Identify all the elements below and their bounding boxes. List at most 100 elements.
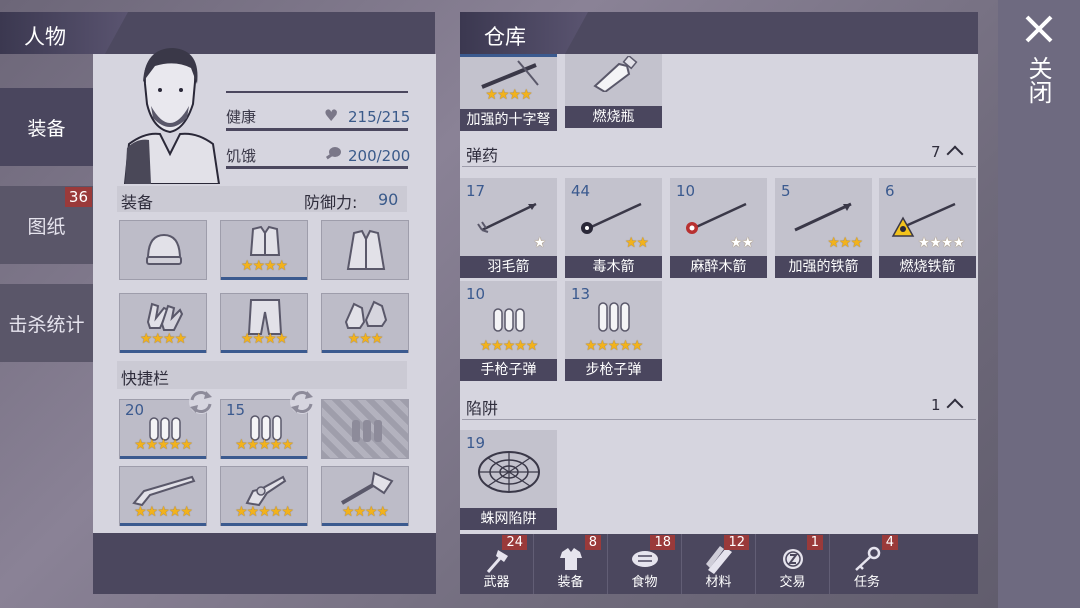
item-label: 羽毛箭: [460, 256, 557, 278]
equip-slot-helmet[interactable]: [119, 220, 207, 280]
equip-slot-shoes[interactable]: ★★★: [321, 293, 409, 353]
quick-slot-axe[interactable]: ★★★★: [321, 466, 409, 526]
coin-icon: [783, 549, 803, 569]
item-stars: ★★★★: [341, 504, 389, 520]
traps-category-label: 陷阱: [466, 399, 499, 418]
tab-badge: 12: [724, 535, 749, 550]
slot-underline: [322, 523, 408, 526]
item-label: 毒木箭: [565, 256, 662, 278]
item-count: 10: [466, 285, 486, 303]
stats-divider: [226, 91, 408, 93]
item-stars: ★★★★★: [584, 338, 644, 354]
item-stars: ★★★★★: [134, 504, 193, 520]
armor-vest-icon: [249, 225, 281, 256]
arrow-icon: [477, 202, 537, 233]
item-label: 加强的十字弩: [460, 109, 557, 131]
item-count: 20: [125, 401, 145, 419]
item-poison-arrow[interactable]: 44 ★★ 毒木箭: [565, 178, 662, 278]
quick-slot-revolver[interactable]: ★★★★★: [220, 466, 308, 526]
chevron-up-icon: [946, 398, 964, 416]
side-tab-kill-stats[interactable]: 击杀统计: [0, 284, 93, 362]
gloves-icon: [146, 302, 184, 331]
item-stars: ★★★★★: [235, 504, 294, 520]
item-stars: ★★: [624, 235, 649, 251]
equip-slot-pants[interactable]: ★★★★: [220, 293, 308, 353]
tab-badge: 1: [806, 535, 823, 550]
empty-bullets-icon: [352, 420, 382, 442]
tab-label: 武器: [483, 575, 510, 590]
ammo-category-count: 7: [931, 143, 941, 161]
equip-slot-jacket[interactable]: [321, 220, 409, 280]
slot-underline: [221, 277, 307, 280]
hunger-value: 200/200: [348, 147, 411, 165]
equipment-label: 装备: [121, 193, 154, 212]
item-spiderweb-trap[interactable]: 19 蛛网陷阱: [460, 430, 557, 530]
traps-category-toggle[interactable]: 1: [931, 396, 964, 416]
item-feather-arrow[interactable]: 17 ★ 羽毛箭: [460, 178, 557, 278]
item-stars: ★★★★★: [479, 338, 539, 354]
quick-slot-shotgun[interactable]: ★★★★★: [119, 466, 207, 526]
item-count: 15: [226, 401, 246, 419]
item-stars: ★: [533, 235, 546, 251]
shoes-icon: [344, 300, 388, 329]
category-tab-quests[interactable]: 4 任务: [830, 534, 904, 594]
ammo-category-toggle[interactable]: 7: [931, 143, 964, 163]
category-tab-weapons[interactable]: 24 武器: [460, 534, 534, 594]
item-stars: ★★★: [827, 235, 863, 251]
item-tranquilizer-arrow[interactable]: 10 ★★ 麻醉木箭: [670, 178, 767, 278]
tab-badge: 24: [502, 535, 527, 550]
tab-label: 交易: [779, 575, 806, 590]
tab-badge: 8: [584, 535, 601, 550]
item-stars: ★★: [729, 235, 754, 251]
ammo-divider: [462, 166, 976, 167]
drumstick-icon: [325, 147, 341, 160]
close-button[interactable]: 关闭: [1024, 56, 1056, 104]
item-label: 加强的铁箭: [775, 256, 872, 278]
item-burning-iron-arrow[interactable]: 6 ★★★★ 燃烧铁箭: [879, 178, 976, 278]
key-icon: [855, 546, 881, 571]
chevron-up-icon: [946, 145, 964, 163]
item-reinforced-iron-arrow[interactable]: 5 ★★★ 加强的铁箭: [775, 178, 872, 278]
warehouse-header: 仓库: [460, 12, 978, 54]
side-tab-equipment[interactable]: 装备: [0, 88, 93, 166]
category-tab-equipment[interactable]: 8 装备: [534, 534, 608, 594]
item-pistol-ammo[interactable]: 10 ★★★★★ 手枪子弹: [460, 281, 557, 381]
meat-icon: [632, 551, 658, 567]
slot-underline: [221, 456, 307, 459]
swap-icon[interactable]: [186, 388, 216, 416]
ammo-category-label: 弹药: [466, 146, 499, 165]
side-tab-blueprints[interactable]: 图纸 36: [0, 186, 93, 264]
defense-value: 90: [378, 190, 399, 209]
item-stars: ★★★★: [917, 235, 965, 251]
close-icon[interactable]: [1024, 14, 1054, 44]
swap-icon[interactable]: [287, 388, 317, 416]
item-label: 蛛网陷阱: [460, 508, 557, 530]
item-stars: ★★★★★: [134, 437, 193, 453]
item-molotov[interactable]: 燃烧瓶: [565, 54, 662, 128]
poison-arrow-icon: [581, 202, 642, 234]
tab-label: 食物: [631, 575, 658, 590]
quick-slot-empty[interactable]: [321, 399, 409, 459]
health-value: 215/215: [348, 108, 411, 126]
traps-divider: [462, 419, 976, 420]
bullets-icon: [598, 302, 630, 332]
slot-underline: [120, 456, 206, 459]
health-bar: [226, 128, 408, 131]
equip-slot-body-armor[interactable]: ★★★★: [220, 220, 308, 280]
equip-stars: ★★★: [347, 331, 384, 347]
slot-underline: [221, 350, 307, 353]
item-reinforced-crossbow[interactable]: ★★★★ 加强的十字弩: [460, 54, 557, 131]
slot-underline: [120, 350, 206, 353]
category-tab-trade[interactable]: 1 交易: [756, 534, 830, 594]
character-portrait: [123, 48, 221, 184]
warehouse-title: 仓库: [484, 25, 526, 49]
item-rifle-ammo[interactable]: 13 ★★★★★ 步枪子弹: [565, 281, 662, 381]
category-tab-materials[interactable]: 12 材料: [682, 534, 756, 594]
bullets-icon: [493, 308, 525, 332]
traps-category-count: 1: [931, 396, 941, 414]
blueprints-badge: 36: [64, 187, 92, 207]
category-tab-food[interactable]: 18 食物: [608, 534, 682, 594]
tranquilizer-arrow-icon: [686, 202, 747, 234]
heart-icon: ♥: [324, 106, 339, 125]
equip-slot-gloves[interactable]: ★★★★: [119, 293, 207, 353]
